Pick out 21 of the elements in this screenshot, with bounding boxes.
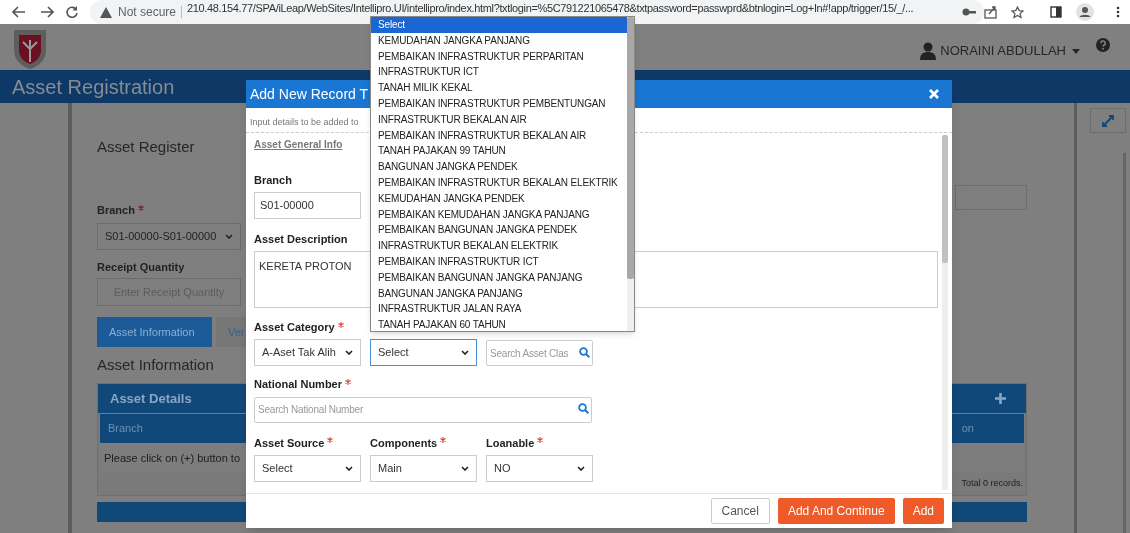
dialog-subtitle: Input details to be added to: [250, 115, 359, 129]
section-title: Asset Information: [97, 355, 214, 375]
section-title: Asset Register: [97, 137, 195, 157]
record-count: Total 0 records.: [961, 477, 1023, 491]
field-label: Branch: [97, 203, 135, 218]
column-header: Branch: [108, 421, 143, 437]
page-title: Asset Registration: [12, 74, 175, 100]
field-label: Asset Source: [254, 435, 325, 451]
field-label: Branch: [254, 173, 292, 188]
field-label: Asset Description: [254, 232, 348, 247]
empty-message: Please click on (+) button to: [104, 450, 241, 466]
field-label: Components: [370, 435, 438, 451]
field-label: National Number: [254, 377, 342, 392]
field-label: Receipt Quantity: [97, 260, 185, 275]
dialog-title: Add New Record T: [250, 84, 368, 104]
security-label: Not secure: [118, 4, 177, 21]
column-header: on: [961, 421, 974, 437]
field-label: Loanable: [486, 435, 535, 451]
panel-title: Asset Details: [110, 389, 192, 408]
url-text: 210.48.154.77/SPA/iLeap/WebSites/Intellipro.UI/intellipro/index.html?txtlogin=%5C791221065478&txtpassword=passwprd&btnlogin=Log+In#!app/trigger/15/_/...: [187, 2, 914, 14]
field-label: Asset Category: [254, 320, 335, 335]
